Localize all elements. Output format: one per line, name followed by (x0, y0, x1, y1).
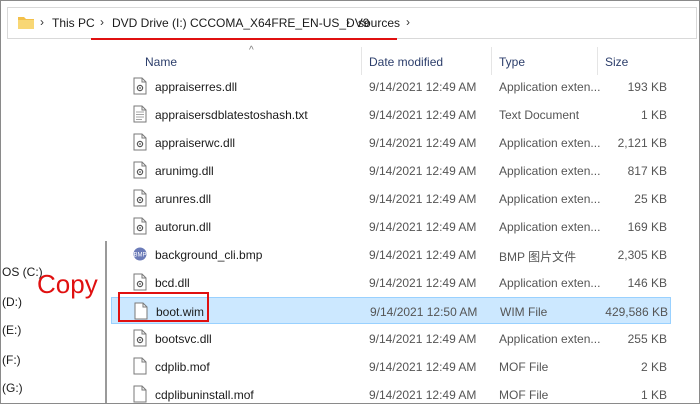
column-divider[interactable] (491, 47, 492, 75)
dll-icon (133, 77, 147, 95)
file-name: background_cli.bmp (155, 248, 263, 262)
column-divider[interactable] (361, 47, 362, 75)
annotation-underline (91, 38, 397, 40)
breadcrumb-sources[interactable]: sources (358, 16, 400, 30)
dll-icon (133, 273, 147, 291)
file-type: MOF File (499, 388, 549, 402)
dll-icon (133, 133, 147, 151)
file-size: 193 KB (627, 80, 667, 94)
file-type: Application exten... (499, 220, 601, 234)
file-date-modified: 9/14/2021 12:49 AM (369, 164, 477, 178)
file-date-modified: 9/14/2021 12:49 AM (369, 192, 477, 206)
chevron-right-icon[interactable]: › (346, 15, 350, 29)
file-date-modified: 9/14/2021 12:49 AM (369, 80, 477, 94)
nav-scrollbar[interactable] (105, 241, 107, 403)
column-size[interactable]: Size (605, 55, 628, 69)
blank-file-icon (133, 385, 147, 403)
file-size: 817 KB (627, 164, 667, 178)
dll-icon (133, 161, 147, 179)
file-type: Application exten... (499, 164, 601, 178)
copy-annotation-label: Copy (37, 269, 98, 299)
blank-file-icon (133, 357, 147, 375)
nav-drive-f[interactable]: (F:) (2, 353, 21, 367)
file-name: bcd.dll (155, 276, 190, 290)
file-row[interactable]: bootsvc.dll 9/14/2021 12:49 AM Application… (111, 325, 671, 352)
chevron-right-icon[interactable]: › (100, 15, 104, 29)
breadcrumb-dvd-drive[interactable]: DVD Drive (I:) CCCOMA_X64FRE_EN-US_DV9 (112, 16, 369, 30)
file-name: cdplibuninstall.mof (155, 388, 254, 402)
file-type: MOF File (499, 360, 549, 374)
file-type: Application exten... (499, 136, 601, 150)
file-row[interactable]: autorun.dll 9/14/2021 12:49 AM Application… (111, 213, 671, 240)
dll-icon (133, 329, 147, 347)
file-type: Application exten... (499, 276, 601, 290)
file-type: BMP 图片文件 (499, 250, 577, 264)
file-type: Application exten... (499, 332, 601, 346)
chevron-right-icon[interactable]: › (406, 15, 410, 29)
file-size: 1 KB (640, 108, 667, 122)
file-name: bootsvc.dll (155, 332, 212, 346)
file-size: 2,305 KB (617, 248, 667, 262)
file-row[interactable]: appraisersdblatestoshash.txt 9/14/2021 12… (111, 101, 671, 128)
file-size: 2 KB (640, 360, 667, 374)
dll-icon (133, 217, 147, 235)
file-size: 429,586 KB (605, 305, 668, 319)
address-bar[interactable]: › This PC › DVD Drive (I:) CCCOMA_X64FRE… (7, 7, 697, 39)
file-size: 2,121 KB (617, 136, 667, 150)
file-row[interactable]: appraiserres.dll 9/14/2021 12:49 AM Applic… (111, 73, 671, 100)
nav-drive-d[interactable]: (D:) (2, 295, 22, 309)
folder-icon (18, 17, 34, 29)
file-type: WIM File (500, 305, 548, 319)
file-date-modified: 9/14/2021 12:49 AM (369, 332, 477, 346)
image-file-icon: BMP (133, 245, 147, 263)
text-file-icon (133, 105, 147, 123)
nav-drive-g[interactable]: (G:) (2, 381, 23, 395)
file-date-modified: 9/14/2021 12:49 AM (369, 360, 477, 374)
file-explorer-window: › This PC › DVD Drive (I:) CCCOMA_X64FRE… (0, 0, 700, 404)
file-date-modified: 9/14/2021 12:49 AM (369, 220, 477, 234)
file-name: appraiserwc.dll (155, 136, 236, 150)
svg-text:BMP: BMP (133, 253, 146, 259)
file-row[interactable]: arunres.dll 9/14/2021 12:49 AM Application… (111, 185, 671, 212)
chevron-right-icon[interactable]: › (40, 15, 44, 29)
file-row[interactable]: appraiserwc.dll 9/14/2021 12:49 AM Applica… (111, 129, 671, 156)
file-type: Application exten... (499, 192, 601, 206)
file-size: 169 KB (627, 220, 667, 234)
file-name: appraiserres.dll (155, 80, 238, 94)
nav-drive-e[interactable]: (E:) (2, 323, 21, 337)
file-name: arunimg.dll (155, 164, 214, 178)
file-type: Text Document (499, 108, 580, 122)
column-header: ^ Name Date modified Type Size (111, 45, 699, 75)
breadcrumb-this-pc[interactable]: This PC (52, 16, 95, 30)
dll-icon (133, 189, 147, 207)
file-date-modified: 9/14/2021 12:49 AM (369, 388, 477, 402)
file-date-modified: 9/14/2021 12:50 AM (370, 305, 478, 319)
column-name[interactable]: Name (145, 55, 177, 69)
file-name: appraisersdblatestoshash.txt (155, 108, 308, 122)
annotation-highlight-box (118, 292, 209, 322)
column-divider[interactable] (597, 47, 598, 75)
file-row[interactable]: BMP background_cli.bmp 9/14/2021 12:49 AM B… (111, 241, 671, 268)
file-row[interactable]: cdplibuninstall.mof 9/14/2021 12:49 AM MOF… (111, 381, 671, 403)
file-name: cdplib.mof (155, 360, 210, 374)
file-row[interactable]: cdplib.mof 9/14/2021 12:49 AM MOF File 2 KB (111, 353, 671, 380)
sort-ascending-icon: ^ (249, 45, 254, 56)
column-type[interactable]: Type (499, 55, 525, 69)
file-date-modified: 9/14/2021 12:49 AM (369, 248, 477, 262)
file-date-modified: 9/14/2021 12:49 AM (369, 136, 477, 150)
file-size: 146 KB (627, 276, 667, 290)
file-type: Application exten... (499, 80, 601, 94)
file-size: 1 KB (640, 388, 667, 402)
column-date-modified[interactable]: Date modified (369, 55, 443, 69)
file-size: 255 KB (627, 332, 667, 346)
file-row[interactable]: arunimg.dll 9/14/2021 12:49 AM Application… (111, 157, 671, 184)
file-date-modified: 9/14/2021 12:49 AM (369, 108, 477, 122)
file-size: 25 KB (634, 192, 667, 206)
file-date-modified: 9/14/2021 12:49 AM (369, 276, 477, 290)
file-name: autorun.dll (155, 220, 212, 234)
navigation-pane: OS (C:) (D:) (E:) (F:) (G:) (2, 41, 102, 403)
file-name: arunres.dll (155, 192, 212, 206)
